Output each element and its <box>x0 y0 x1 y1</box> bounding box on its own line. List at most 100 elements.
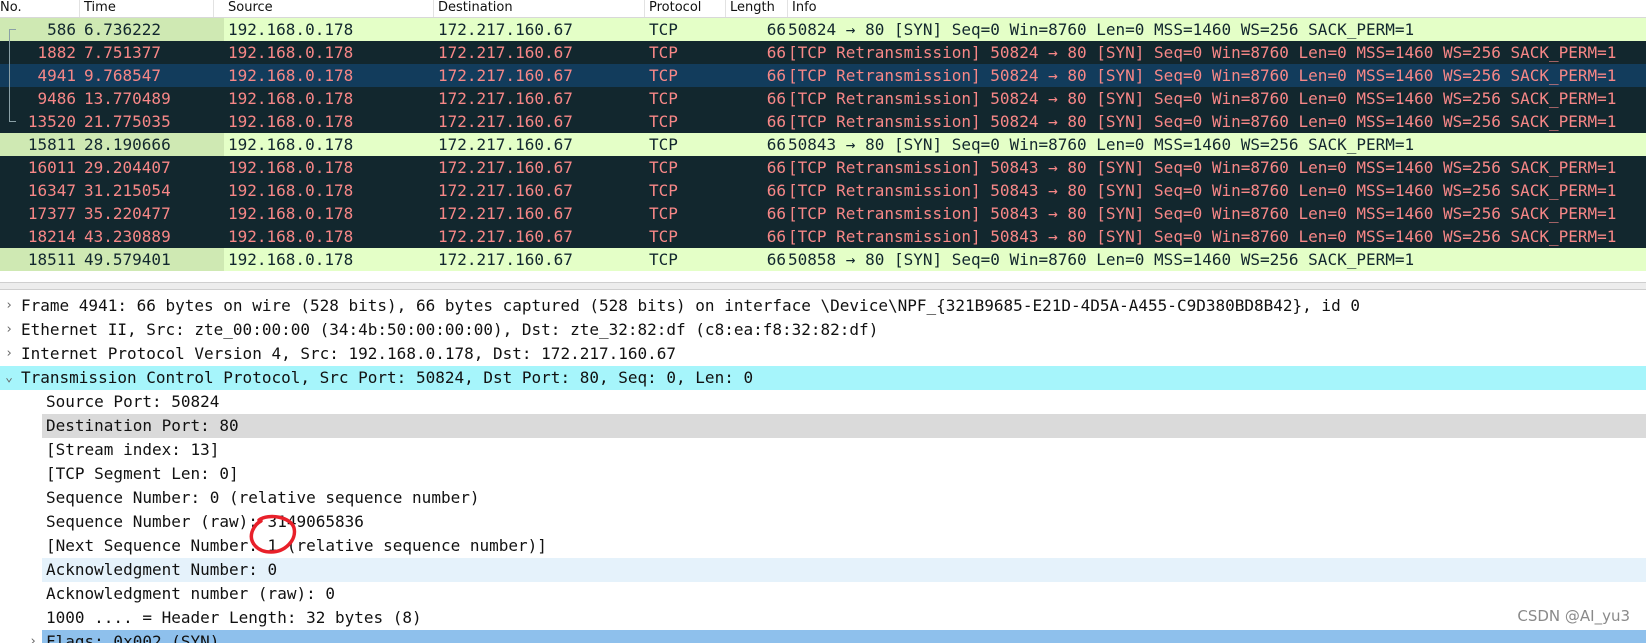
detail-tree-item[interactable]: Acknowledgment number (raw): 0 <box>0 582 1646 606</box>
packet-length: 66 <box>766 158 786 177</box>
packet-row[interactable]: 13520 21.775035 192.168.0.178 172.217.160.6… <box>0 110 1646 133</box>
packet-time: 9.768547 <box>84 66 162 85</box>
detail-tree-item[interactable]: Sequence Number: 0 (relative sequence nu… <box>0 486 1646 510</box>
detail-tree-item[interactable]: [TCP Segment Len: 0] <box>0 462 1646 486</box>
packet-info: 50824 → 80 [SYN] Seq=0 Win=8760 Len=0 MS… <box>788 20 1415 39</box>
column-header-protocol[interactable]: Protocol <box>645 0 726 17</box>
detail-tree-item[interactable]: Sequence Number (raw): 3149065836 <box>0 510 1646 534</box>
collapsed-chevron-icon[interactable]: › <box>2 294 16 318</box>
column-header-info[interactable]: Info <box>788 0 1646 17</box>
column-header-time[interactable]: Time <box>80 0 214 17</box>
packet-length: 66 <box>766 112 786 131</box>
packet-number: 13520 <box>27 112 76 131</box>
detail-tree-item[interactable]: › Internet Protocol Version 4, Src: 192.1… <box>0 342 1646 366</box>
detail-tree-item[interactable]: Source Port: 50824 <box>0 390 1646 414</box>
pane-splitter[interactable] <box>0 282 1646 290</box>
detail-text: Acknowledgment Number: 0 <box>46 560 278 579</box>
packet-source: 192.168.0.178 <box>228 43 354 62</box>
packet-row[interactable]: 4941 9.768547 192.168.0.178 172.217.160.67 T… <box>0 64 1646 87</box>
column-header-source[interactable]: Source <box>224 0 434 17</box>
column-header-destination[interactable]: Destination <box>434 0 645 17</box>
packet-length: 66 <box>766 43 786 62</box>
detail-tree-item[interactable]: 1000 .... = Header Length: 32 bytes (8) <box>0 606 1646 630</box>
detail-tree-item[interactable]: [Next Sequence Number: 1 (relative seque… <box>0 534 1646 558</box>
collapsed-chevron-icon[interactable]: › <box>2 318 16 342</box>
packet-row[interactable]: 18511 49.579401 192.168.0.178 172.217.160.6… <box>0 248 1646 271</box>
packet-list-header: No. Time Source Destination Protocol Len… <box>0 0 1646 18</box>
packet-time: 31.215054 <box>84 181 171 200</box>
packet-length: 66 <box>766 227 786 246</box>
packet-row[interactable]: 18214 43.230889 192.168.0.178 172.217.160.6… <box>0 225 1646 248</box>
detail-text: [TCP Segment Len: 0] <box>46 464 239 483</box>
packet-length: 66 <box>766 204 786 223</box>
detail-text: Source Port: 50824 <box>46 392 220 411</box>
packet-info: [TCP Retransmission] 50843 → 80 [SYN] Se… <box>788 181 1617 200</box>
packet-number: 15811 <box>27 135 76 154</box>
packet-time: 28.190666 <box>84 135 171 154</box>
packet-number: 16011 <box>27 158 76 177</box>
packet-number: 17377 <box>27 204 76 223</box>
detail-text: Sequence Number (raw): 3149065836 <box>46 512 364 531</box>
detail-tree-item[interactable]: › Flags: 0x002 (SYN) <box>0 630 1646 643</box>
packet-length: 66 <box>766 181 786 200</box>
detail-tree-item[interactable]: Acknowledgment Number: 0 <box>0 558 1646 582</box>
packet-row[interactable]: 16347 31.215054 192.168.0.178 172.217.160.6… <box>0 179 1646 202</box>
packet-number: 1882 <box>37 43 76 62</box>
packet-number: 18511 <box>27 250 76 269</box>
packet-length: 66 <box>766 89 786 108</box>
packet-row[interactable]: 1882 7.751377 192.168.0.178 172.217.160.67 T… <box>0 41 1646 64</box>
collapsed-chevron-icon[interactable]: › <box>2 342 16 366</box>
packet-destination: 172.217.160.67 <box>438 181 573 200</box>
packet-protocol: TCP <box>649 181 678 200</box>
packet-source: 192.168.0.178 <box>228 204 354 223</box>
packet-number: 16347 <box>27 181 76 200</box>
detail-text: [Next Sequence Number: 1 (relative seque… <box>46 536 547 555</box>
packet-time: 49.579401 <box>84 250 171 269</box>
packet-row[interactable]: 9486 13.770489 192.168.0.178 172.217.160.67… <box>0 87 1646 110</box>
packet-row[interactable]: 15811 28.190666 192.168.0.178 172.217.160.6… <box>0 133 1646 156</box>
packet-number: 586 <box>47 20 76 39</box>
packet-source: 192.168.0.178 <box>228 89 354 108</box>
packet-time: 29.204407 <box>84 158 171 177</box>
packet-source: 192.168.0.178 <box>228 112 354 131</box>
detail-text: Sequence Number: 0 (relative sequence nu… <box>46 488 480 507</box>
packet-row[interactable]: 16011 29.204407 192.168.0.178 172.217.160.6… <box>0 156 1646 179</box>
packet-source: 192.168.0.178 <box>228 181 354 200</box>
packet-time: 13.770489 <box>84 89 171 108</box>
packet-length: 66 <box>766 135 786 154</box>
row-highlight <box>42 630 1646 643</box>
packet-protocol: TCP <box>649 227 678 246</box>
packet-destination: 172.217.160.67 <box>438 158 573 177</box>
packet-info: [TCP Retransmission] 50824 → 80 [SYN] Se… <box>788 112 1617 131</box>
detail-tree-item[interactable]: ⌄ Transmission Control Protocol, Src Port… <box>0 366 1646 390</box>
detail-text: Frame 4941: 66 bytes on wire (528 bits),… <box>21 296 1360 315</box>
packet-length: 66 <box>766 250 786 269</box>
collapsed-chevron-icon[interactable]: › <box>26 630 40 643</box>
packet-info: [TCP Retransmission] 50843 → 80 [SYN] Se… <box>788 227 1617 246</box>
packet-destination: 172.217.160.67 <box>438 204 573 223</box>
packet-source: 192.168.0.178 <box>228 250 354 269</box>
packet-row[interactable]: 586 6.736222 192.168.0.178 172.217.160.67 TC… <box>0 18 1646 41</box>
packet-info: [TCP Retransmission] 50843 → 80 [SYN] Se… <box>788 204 1617 223</box>
packet-rows: 586 6.736222 192.168.0.178 172.217.160.67 TC… <box>0 18 1646 271</box>
packet-length: 66 <box>766 66 786 85</box>
packet-info: [TCP Retransmission] 50843 → 80 [SYN] Se… <box>788 158 1617 177</box>
packet-info: 50843 → 80 [SYN] Seq=0 Win=8760 Len=0 MS… <box>788 135 1415 154</box>
packet-list-pane[interactable]: No. Time Source Destination Protocol Len… <box>0 0 1646 282</box>
packet-protocol: TCP <box>649 135 678 154</box>
packet-details-pane[interactable]: › Frame 4941: 66 bytes on wire (528 bits)… <box>0 294 1646 643</box>
detail-tree-item[interactable]: › Ethernet II, Src: zte_00:00:00 (34:4b:5… <box>0 318 1646 342</box>
detail-text: Flags: 0x002 (SYN) <box>46 632 220 643</box>
packet-destination: 172.217.160.67 <box>438 250 573 269</box>
packet-row[interactable]: 17377 35.220477 192.168.0.178 172.217.160.6… <box>0 202 1646 225</box>
packet-time: 43.230889 <box>84 227 171 246</box>
detail-tree-item[interactable]: › Frame 4941: 66 bytes on wire (528 bits)… <box>0 294 1646 318</box>
column-header-length[interactable]: Length <box>726 0 788 17</box>
column-header-no[interactable]: No. <box>0 0 80 17</box>
detail-tree-item[interactable]: Destination Port: 80 <box>0 414 1646 438</box>
expanded-chevron-icon[interactable]: ⌄ <box>2 366 16 390</box>
detail-text: 1000 .... = Header Length: 32 bytes (8) <box>46 608 422 627</box>
packet-source: 192.168.0.178 <box>228 20 354 39</box>
detail-tree-item[interactable]: [Stream index: 13] <box>0 438 1646 462</box>
packet-info: 50858 → 80 [SYN] Seq=0 Win=8760 Len=0 MS… <box>788 250 1415 269</box>
